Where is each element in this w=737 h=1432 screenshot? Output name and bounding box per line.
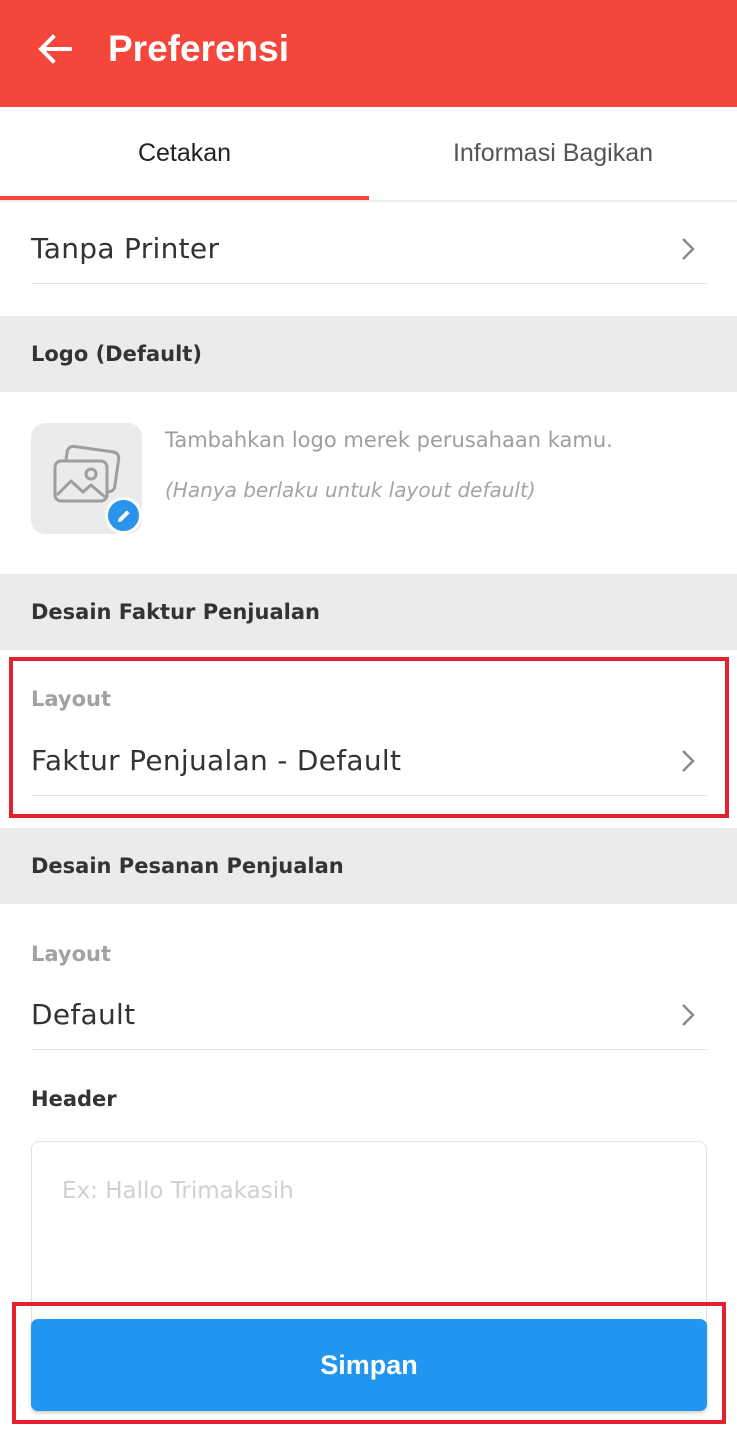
order-layout-select-row[interactable]: Default bbox=[31, 980, 707, 1050]
order-design-section-header: Desain Pesanan Penjualan bbox=[0, 828, 737, 904]
invoice-layout-value: Faktur Penjualan - Default bbox=[31, 744, 402, 777]
pencil-icon bbox=[117, 509, 130, 522]
invoice-layout-label: Layout bbox=[31, 687, 112, 711]
order-layout-value: Default bbox=[31, 998, 136, 1031]
logo-note: (Hanya berlaku untuk layout default) bbox=[165, 478, 536, 502]
logo-section-header: Logo (Default) bbox=[0, 316, 737, 392]
header-textarea[interactable] bbox=[31, 1141, 707, 1331]
logo-description: Tambahkan logo merek perusahaan kamu. bbox=[165, 428, 613, 452]
chevron-right-icon bbox=[677, 1002, 699, 1028]
chevron-right-icon bbox=[677, 748, 699, 774]
tab-informasi-bagikan[interactable]: Informasi Bagikan bbox=[369, 107, 737, 200]
arrow-left-icon bbox=[38, 34, 72, 64]
invoice-design-section-header: Desain Faktur Penjualan bbox=[0, 574, 737, 650]
tab-cetakan[interactable]: Cetakan bbox=[0, 107, 369, 200]
page-title: Preferensi bbox=[108, 28, 289, 69]
chevron-right-icon bbox=[677, 236, 699, 262]
order-design-title: Desain Pesanan Penjualan bbox=[31, 854, 344, 878]
invoice-layout-select-row[interactable]: Faktur Penjualan - Default bbox=[31, 726, 707, 796]
printer-select-row[interactable]: Tanpa Printer bbox=[31, 214, 707, 284]
logo-section-title: Logo (Default) bbox=[31, 342, 202, 366]
active-tab-indicator bbox=[0, 196, 369, 200]
invoice-design-title: Desain Faktur Penjualan bbox=[31, 600, 320, 624]
header-label: Header bbox=[31, 1087, 117, 1111]
back-button[interactable] bbox=[30, 26, 80, 72]
printer-value: Tanpa Printer bbox=[31, 232, 220, 265]
app-bar: Preferensi bbox=[0, 0, 737, 107]
tab-bar: Cetakan Informasi Bagikan bbox=[0, 107, 737, 202]
save-button[interactable]: Simpan bbox=[31, 1319, 707, 1411]
edit-logo-button[interactable] bbox=[105, 497, 142, 534]
order-layout-label: Layout bbox=[31, 942, 112, 966]
